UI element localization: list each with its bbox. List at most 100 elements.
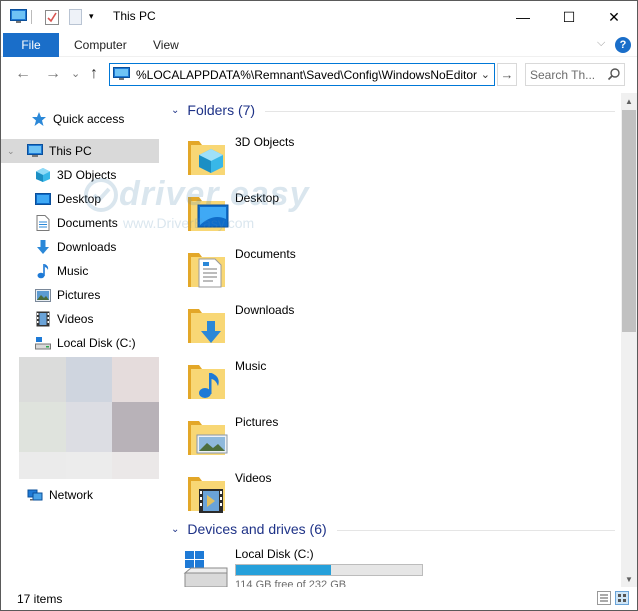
scroll-thumb[interactable] xyxy=(622,110,636,332)
film-icon xyxy=(35,311,51,327)
up-button[interactable]: ↑ xyxy=(90,65,98,83)
scroll-down-icon[interactable]: ▼ xyxy=(621,571,637,587)
minimize-button[interactable]: — xyxy=(500,1,546,33)
sidebar-item-videos[interactable]: Videos xyxy=(1,307,159,331)
search-box[interactable] xyxy=(525,63,625,86)
folder-label: Desktop xyxy=(235,191,280,205)
computer-icon xyxy=(113,67,130,84)
music-note-icon xyxy=(35,263,51,279)
download-arrow-icon xyxy=(35,239,51,255)
star-icon xyxy=(31,111,47,127)
chevron-down-icon[interactable]: ⌄ xyxy=(7,146,15,157)
sidebar-item-label: Local Disk (C:) xyxy=(57,336,136,350)
sidebar-item-this-pc[interactable]: ⌄ This PC xyxy=(1,139,159,163)
sidebar-item-label: Documents xyxy=(57,216,118,230)
drives-group-header[interactable]: ⌄ Devices and drives (6) xyxy=(171,521,327,537)
music-folder-icon xyxy=(185,359,229,406)
title-bar-divider xyxy=(31,10,32,24)
item-count: 17 items xyxy=(17,592,63,606)
go-button[interactable]: → xyxy=(497,63,517,86)
details-view-icon[interactable] xyxy=(597,591,613,605)
desktop-folder-icon xyxy=(185,191,229,238)
sidebar-item-local-disk[interactable]: Local Disk (C:) xyxy=(1,331,159,355)
navigation-pane: Quick access ⌄ This PC 3D Objects Deskto… xyxy=(1,93,163,587)
tab-computer[interactable]: Computer xyxy=(74,33,127,57)
back-button[interactable]: ← xyxy=(15,65,31,83)
folder-item-desktop[interactable]: Desktop xyxy=(185,191,325,243)
sidebar-item-pictures[interactable]: Pictures xyxy=(1,283,159,307)
downloads-folder-icon xyxy=(185,303,229,350)
folder-item-documents[interactable]: Documents xyxy=(185,247,325,299)
3d-objects-folder-icon xyxy=(185,135,229,182)
sidebar-item-label: Videos xyxy=(57,312,94,326)
drive-free-space: 114 GB free of 232 GB xyxy=(235,579,347,587)
drive-item-local-disk[interactable]: Local Disk (C:) 114 GB free of 232 GB xyxy=(183,547,423,587)
sidebar-item-label: Quick access xyxy=(53,112,125,126)
explorer-window: ▾ This PC — ☐ ✕ File Computer View ⌵ ? ←… xyxy=(0,0,638,611)
search-icon[interactable] xyxy=(607,67,621,84)
documents-folder-icon xyxy=(185,247,229,294)
group-divider xyxy=(337,530,615,531)
address-dropdown-icon[interactable]: ⌄ xyxy=(481,68,490,81)
recent-locations-button[interactable]: ⌄ xyxy=(71,67,80,80)
address-input[interactable]: %LOCALAPPDATA%\Remnant\Saved\Config\Wind… xyxy=(136,68,482,82)
tab-file[interactable]: File xyxy=(3,33,59,57)
ribbon: File Computer View ⌵ ? xyxy=(1,33,637,57)
close-button[interactable]: ✕ xyxy=(591,1,637,33)
scroll-up-icon[interactable]: ▲ xyxy=(621,93,637,109)
maximize-button[interactable]: ☐ xyxy=(546,1,592,33)
drives-group-title: Devices and drives (6) xyxy=(187,521,327,537)
new-folder-icon[interactable] xyxy=(69,9,82,28)
sidebar-item-quick-access[interactable]: Quick access xyxy=(1,107,159,131)
folder-item-3d-objects[interactable]: 3D Objects xyxy=(185,135,325,187)
folder-item-pictures[interactable]: Pictures xyxy=(185,415,325,467)
folder-item-music[interactable]: Music xyxy=(185,359,325,411)
chevron-down-icon[interactable]: ⌄ xyxy=(171,105,179,116)
cube-icon xyxy=(35,167,51,183)
picture-icon xyxy=(35,287,51,303)
properties-icon[interactable] xyxy=(45,9,59,28)
sidebar-item-label: Music xyxy=(57,264,89,278)
sidebar-item-desktop[interactable]: Desktop xyxy=(1,187,159,211)
address-bar[interactable]: %LOCALAPPDATA%\Remnant\Saved\Config\Wind… xyxy=(109,63,495,86)
folder-label: Documents xyxy=(235,247,296,261)
folder-label: Downloads xyxy=(235,303,295,317)
navigation-bar: ← → ⌄ ↑ %LOCALAPPDATA%\Remnant\Saved\Con… xyxy=(1,57,637,93)
pictures-folder-icon xyxy=(185,415,229,462)
videos-folder-icon xyxy=(185,471,229,518)
drive-usage-fill xyxy=(236,565,331,575)
folder-item-downloads[interactable]: Downloads xyxy=(185,303,325,355)
sidebar-item-label: Network xyxy=(49,488,94,502)
windows-drive-icon xyxy=(183,549,229,587)
sidebar-item-network[interactable]: Network xyxy=(1,483,159,507)
computer-icon[interactable] xyxy=(10,9,27,27)
content-pane: ⌄ Folders (7) 3D Objects Desktop Documen… xyxy=(165,93,621,587)
chevron-down-icon[interactable]: ⌄ xyxy=(171,524,179,535)
vertical-scrollbar[interactable]: ▲ ▼ xyxy=(621,93,637,587)
status-bar: 17 items xyxy=(1,587,637,610)
document-icon xyxy=(35,215,51,231)
folder-label: Videos xyxy=(235,471,272,485)
expand-ribbon-icon[interactable]: ⌵ xyxy=(597,37,605,50)
sidebar-item-music[interactable]: Music xyxy=(1,259,159,283)
sidebar-item-3d-objects[interactable]: 3D Objects xyxy=(1,163,159,187)
sidebar-item-label: Pictures xyxy=(57,288,101,302)
folders-group-title: Folders (7) xyxy=(187,102,256,118)
window-title: This PC xyxy=(113,9,156,23)
folder-item-videos[interactable]: Videos xyxy=(185,471,325,523)
drive-label: Local Disk (C:) xyxy=(235,547,314,561)
sidebar-item-documents[interactable]: Documents xyxy=(1,211,159,235)
sidebar-item-downloads[interactable]: Downloads xyxy=(1,235,159,259)
large-icons-view-icon[interactable] xyxy=(615,591,631,605)
sidebar-item-label: Downloads xyxy=(57,240,117,254)
network-icon xyxy=(27,487,43,503)
customize-quick-access-icon[interactable]: ▾ xyxy=(89,11,94,22)
help-icon[interactable]: ? xyxy=(615,37,631,53)
drive-usage-bar xyxy=(235,564,423,576)
tab-view[interactable]: View xyxy=(153,33,179,57)
folders-group-header[interactable]: ⌄ Folders (7) xyxy=(171,102,255,118)
group-divider xyxy=(265,111,615,112)
title-bar: ▾ This PC — ☐ ✕ xyxy=(1,1,637,33)
forward-button[interactable]: → xyxy=(45,65,61,83)
search-input[interactable] xyxy=(530,67,602,83)
